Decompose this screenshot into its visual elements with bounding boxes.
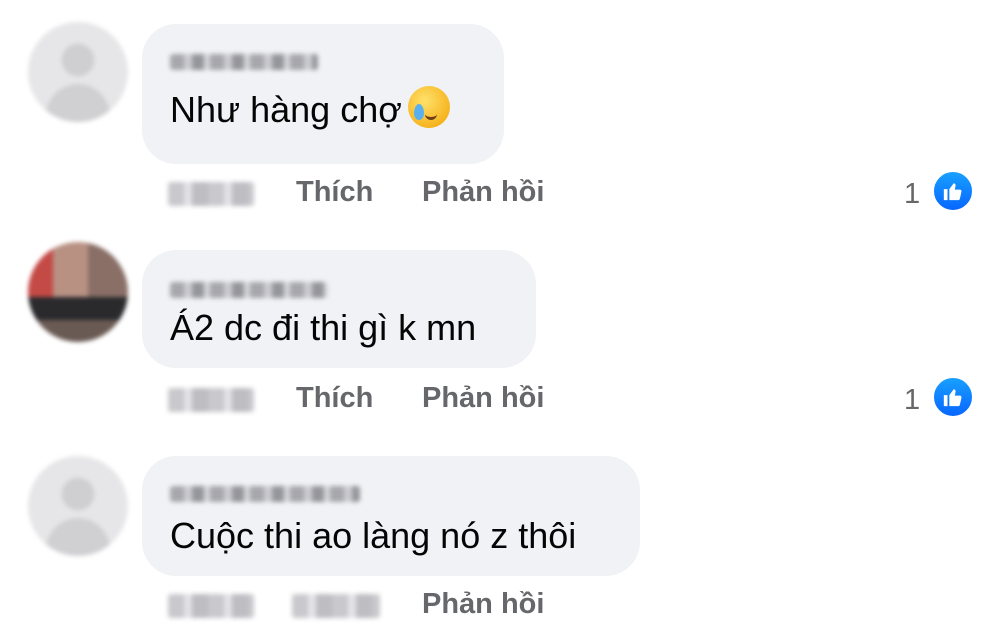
- comment-bubble: Á2 dc đi thi gì k mn: [142, 250, 536, 368]
- thumbs-up-icon: [932, 376, 974, 418]
- avatar[interactable]: [28, 22, 128, 122]
- comment-text: Như hàng chợ: [170, 86, 474, 130]
- like-button[interactable]: Thích: [296, 176, 373, 209]
- avatar[interactable]: [28, 456, 128, 556]
- comment-text: Cuộc thi ao làng nó z thôi: [170, 515, 577, 556]
- author-name-blurred[interactable]: [170, 282, 328, 298]
- author-name-blurred[interactable]: [170, 486, 360, 502]
- comment-bubble: Cuộc thi ao làng nó z thôi: [142, 456, 640, 576]
- comment-text: Á2 dc đi thi gì k mn: [170, 307, 477, 348]
- crying-face-emoji-icon: [407, 86, 450, 128]
- reaction-count: 1: [904, 384, 921, 416]
- timestamp-blurred[interactable]: [168, 182, 254, 206]
- author-name-blurred[interactable]: [170, 54, 318, 70]
- reply-button[interactable]: Phản hồi: [422, 382, 544, 415]
- reaction-count: 1: [904, 178, 921, 210]
- timestamp-blurred[interactable]: [168, 594, 254, 618]
- comment-bubble: Như hàng chợ: [142, 24, 504, 164]
- like-button[interactable]: Thích: [296, 382, 373, 415]
- reply-button[interactable]: Phản hồi: [422, 176, 544, 209]
- timestamp-blurred[interactable]: [168, 388, 254, 412]
- thumbs-up-icon: [932, 170, 974, 212]
- reply-button[interactable]: Phản hồi: [422, 588, 544, 621]
- like-button-blurred[interactable]: [292, 594, 380, 618]
- avatar[interactable]: [28, 242, 128, 342]
